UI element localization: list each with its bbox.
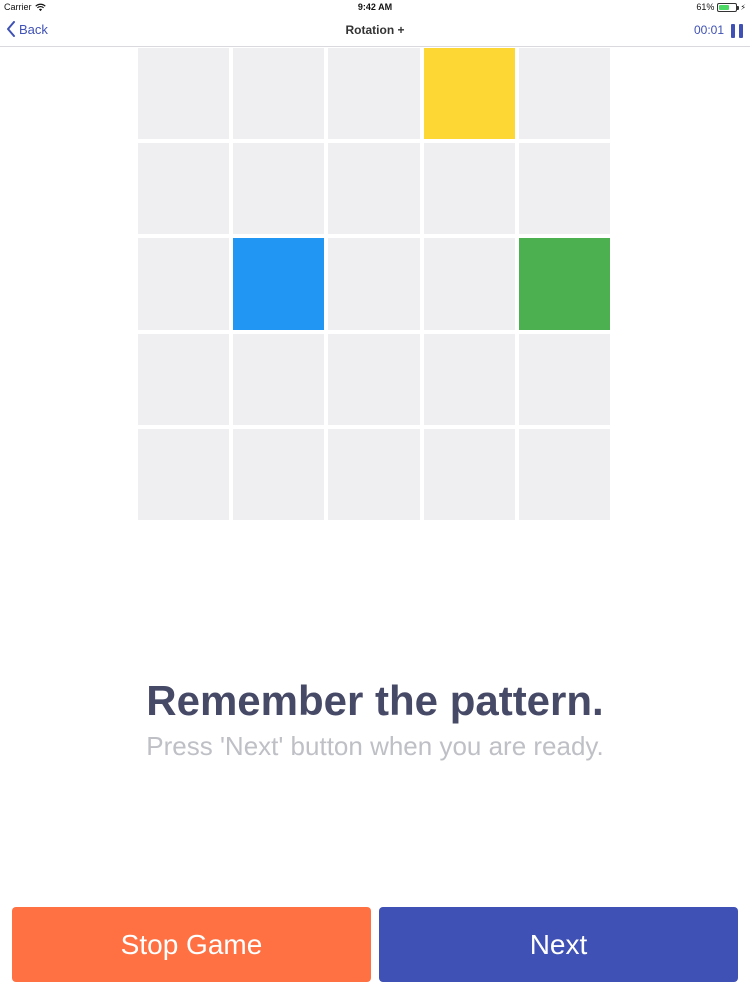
grid-cell: [138, 48, 230, 140]
grid-cell-filled: [233, 238, 325, 330]
battery-percent: 61%: [696, 2, 715, 12]
grid-cell: [138, 428, 230, 520]
grid-cell: [518, 333, 610, 425]
page-title: Rotation +: [345, 23, 405, 37]
status-time: 9:42 AM: [357, 2, 393, 12]
pause-icon-bar: [739, 24, 743, 38]
grid-cell: [138, 238, 230, 330]
status-right: 61% ⚡: [696, 2, 746, 12]
pattern-grid: [138, 48, 612, 522]
status-bar: Carrier 9:42 AM 61% ⚡: [0, 0, 750, 14]
battery-fill: [719, 4, 730, 10]
navigation-bar: Back Rotation + 00:01: [0, 14, 750, 47]
grid-cell: [518, 143, 610, 235]
instruction-headline: Remember the pattern.: [146, 677, 604, 724]
battery-icon: [717, 2, 740, 12]
grid-cell: [233, 143, 325, 235]
grid-cell: [423, 238, 515, 330]
charging-bolt-icon: ⚡: [740, 2, 746, 12]
grid-cell: [423, 143, 515, 235]
grid-cell-filled: [518, 238, 610, 330]
grid-cell: [138, 333, 230, 425]
grid-cell: [138, 143, 230, 235]
grid-cell: [518, 48, 610, 140]
grid-cell: [518, 428, 610, 520]
grid-cell: [328, 48, 420, 140]
stop-game-button[interactable]: Stop Game: [12, 907, 371, 982]
grid-cell: [328, 238, 420, 330]
pause-button[interactable]: [731, 24, 743, 38]
instruction-subline: Press 'Next' button when you are ready.: [146, 731, 604, 761]
grid-cell: [423, 333, 515, 425]
grid-cell: [233, 48, 325, 140]
grid-cell: [328, 333, 420, 425]
next-button[interactable]: Next: [379, 907, 738, 982]
game-timer: 00:01: [693, 23, 724, 37]
grid-cell: [328, 143, 420, 235]
pause-icon: [731, 24, 735, 38]
grid-cell: [233, 428, 325, 520]
grid-cell-filled: [423, 48, 515, 140]
grid-cell: [423, 428, 515, 520]
grid-cell: [328, 428, 420, 520]
grid-cell: [233, 333, 325, 425]
